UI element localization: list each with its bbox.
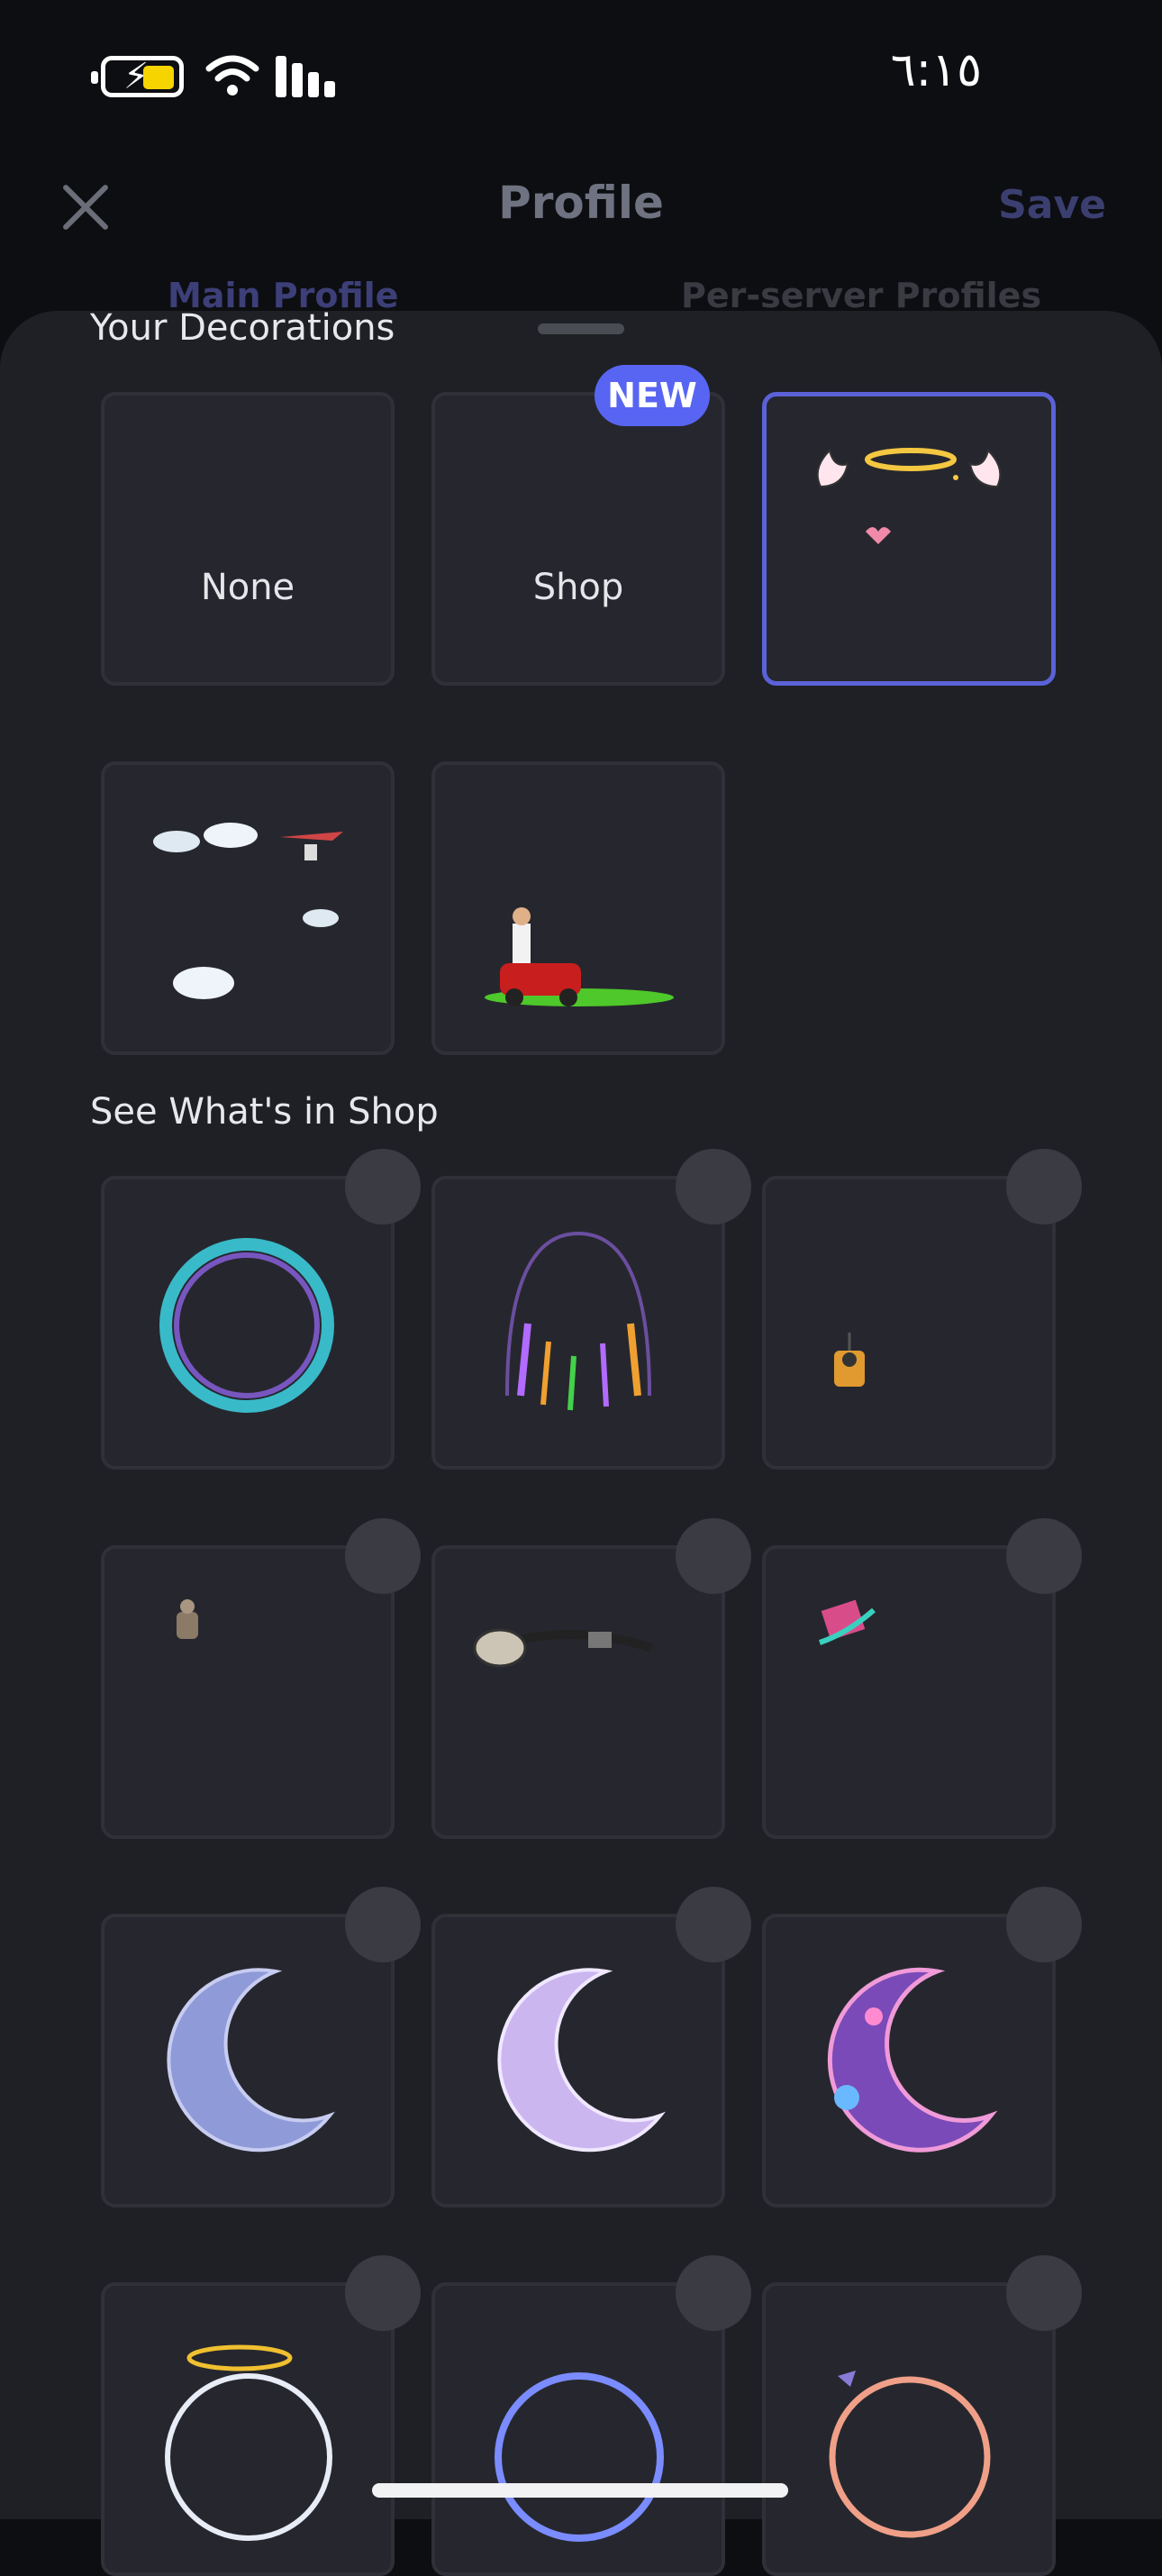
shop-item-2-badge — [676, 1149, 751, 1224]
decoration-angel-wings[interactable] — [762, 392, 1056, 686]
status-bar: ⚡ ٦:١٥ — [0, 0, 1162, 135]
sheet-drag-handle[interactable] — [538, 323, 624, 334]
shop-item-6-badge — [1006, 1518, 1082, 1594]
status-time: ٦:١٥ — [890, 43, 982, 97]
tiny-figure-image — [177, 1599, 198, 1639]
decoration-none[interactable]: None — [101, 392, 395, 686]
crescent-moon-silver-image — [167, 1968, 335, 2153]
lawn-mower-image — [485, 907, 674, 1006]
shop-item-11[interactable] — [431, 2282, 725, 2576]
shop-item-10-badge — [345, 2255, 421, 2331]
save-button[interactable]: Save — [998, 182, 1106, 228]
section-title-your-decorations: Your Decorations — [90, 307, 395, 349]
shop-item-4[interactable] — [101, 1545, 395, 1839]
decorations-sheet: Your Decorations None Shop NEW See What'… — [0, 307, 1162, 2576]
gold-ring-image — [165, 2344, 332, 2541]
wifi-icon — [205, 55, 259, 96]
shop-item-5-badge — [676, 1518, 751, 1594]
crescent-moon-lilac-image — [497, 1968, 666, 2153]
shop-item-4-badge — [345, 1518, 421, 1594]
shop-item-1[interactable] — [101, 1176, 395, 1470]
shop-item-3[interactable] — [762, 1176, 1056, 1470]
shop-item-7[interactable] — [101, 1914, 395, 2207]
decoration-shop[interactable]: Shop — [431, 392, 725, 686]
header: Profile Save — [0, 153, 1162, 261]
shop-item-12[interactable] — [762, 2282, 1056, 2576]
shop-item-11-badge — [676, 2255, 751, 2331]
angel-halo-image — [816, 448, 1002, 544]
shop-item-10[interactable] — [101, 2282, 395, 2576]
shop-item-2[interactable] — [431, 1176, 725, 1470]
shop-item-12-badge — [1006, 2255, 1082, 2331]
decoration-none-label: None — [200, 567, 295, 608]
shop-item-9-badge — [1006, 1887, 1082, 1962]
battery-icon: ⚡ — [91, 56, 184, 97]
section-title-shop: See What's in Shop — [90, 1091, 439, 1133]
page-title: Profile — [498, 177, 664, 229]
shop-item-1-badge — [345, 1149, 421, 1224]
shop-item-9[interactable] — [762, 1914, 1056, 2207]
decoration-shop-label: Shop — [532, 567, 624, 608]
new-badge: NEW — [595, 365, 710, 426]
home-indicator[interactable] — [372, 2483, 788, 2498]
shop-item-7-badge — [345, 1887, 421, 1962]
armor-band-image — [473, 1628, 653, 1668]
tab-per-server-profiles[interactable]: Per-server Profiles — [681, 276, 1041, 315]
hat-image — [819, 1599, 876, 1645]
shop-item-6[interactable] — [762, 1545, 1056, 1839]
portal-ring-image — [159, 1238, 334, 1413]
decoration-clouds-glider[interactable] — [101, 761, 395, 1055]
robot-image — [834, 1333, 865, 1387]
signal-icon — [276, 56, 339, 97]
crescent-moon-floral-image — [827, 1967, 998, 2153]
blue-ring-image — [495, 2372, 664, 2542]
stage-lights-image — [505, 1231, 651, 1411]
shop-item-5[interactable] — [431, 1545, 725, 1839]
shop-item-8[interactable] — [431, 1914, 725, 2207]
shop-item-8-badge — [676, 1887, 751, 1962]
shop-item-3-badge — [1006, 1149, 1082, 1224]
decoration-lawn-mower[interactable] — [431, 761, 725, 1055]
clouds-glider-image — [153, 823, 343, 999]
coral-ring-image — [829, 2371, 991, 2538]
